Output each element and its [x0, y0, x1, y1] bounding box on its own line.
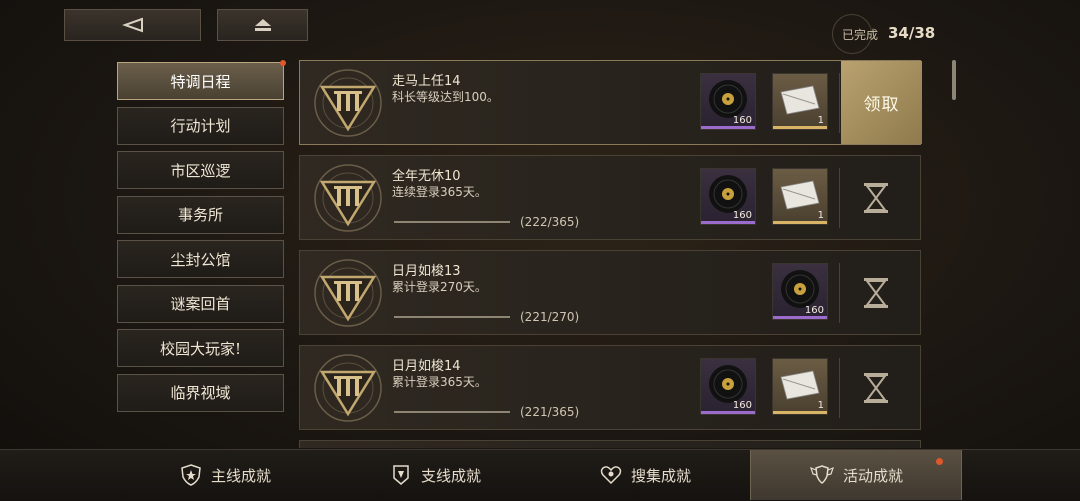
progress-count: (222/365) — [520, 215, 580, 229]
task-title: 日月如梭14 — [392, 359, 461, 374]
task-row: 日月如梭14 累计登录365天。 (221/365) 160 1 — [299, 345, 921, 430]
shield-icon — [181, 464, 201, 486]
progress-count: (221/270) — [520, 310, 580, 324]
divider — [839, 358, 840, 418]
claim-button[interactable]: 领取 — [841, 61, 922, 144]
rank-emblem-icon — [314, 69, 382, 137]
heart-crest-icon — [600, 466, 622, 485]
reward-quantity: 1 — [817, 400, 824, 411]
back-button[interactable] — [64, 9, 201, 41]
sidebar-item-label: 谜案回首 — [170, 295, 231, 313]
sidebar-item-label: 校园大玩家! — [159, 339, 242, 358]
rank-emblem-icon — [314, 259, 382, 327]
rank-emblem-icon — [314, 164, 382, 232]
completion-counter: 已完成 34/38 — [830, 12, 940, 58]
reward-item[interactable]: 160 — [772, 263, 828, 320]
notification-dot — [280, 60, 286, 66]
tab-label: 活动成就 — [842, 466, 903, 485]
reward-quantity: 160 — [732, 115, 752, 126]
reward-quantity: 160 — [804, 305, 824, 316]
list-scrollbar[interactable] — [952, 60, 956, 100]
sidebar-item-mystery[interactable]: 谜案回首 — [117, 284, 284, 323]
sidebar-item-label: 事务所 — [177, 206, 223, 224]
sidebar-item-label: 市区巡逻 — [170, 161, 231, 180]
task-description: 累计登录270天。 — [392, 280, 487, 294]
reward-item[interactable]: 1 — [772, 168, 828, 225]
eject-home-icon — [254, 19, 271, 31]
divider — [839, 263, 840, 323]
tab-label: 支线成就 — [420, 466, 481, 485]
tab-main-achievements[interactable]: 主线成就 — [120, 450, 330, 500]
tab-collection-achievements[interactable]: 搜集成就 — [540, 450, 750, 500]
tab-label: 搜集成就 — [630, 466, 691, 485]
progress-bar — [394, 316, 510, 318]
sidebar-item-label: 特调日程 — [170, 72, 231, 91]
reward-item[interactable]: 1 — [772, 73, 828, 130]
reward-quantity: 160 — [732, 400, 752, 411]
reward-item[interactable]: 160 — [700, 73, 756, 130]
sidebar-item-label: 临界视域 — [170, 384, 231, 402]
sidebar-item-patrol[interactable]: 市区巡逻 — [117, 151, 284, 189]
home-button[interactable] — [217, 9, 308, 41]
sidebar-item-campus[interactable]: 校园大玩家! — [117, 329, 284, 367]
rank-emblem-icon — [314, 354, 382, 422]
progress-bar — [394, 411, 510, 413]
reward-quantity: 1 — [817, 115, 824, 126]
progress-count: (221/365) — [520, 405, 580, 419]
reward-item[interactable]: 1 — [772, 358, 828, 415]
task-row: 走马上任14 科长等级达到100。 160 1 领取 — [299, 60, 922, 145]
tab-label: 主线成就 — [210, 466, 271, 485]
sidebar-item-office[interactable]: 事务所 — [117, 195, 284, 234]
task-title: 全年无休10 — [392, 169, 461, 184]
task-title: 走马上任14 — [392, 74, 461, 89]
reward-quantity: 160 — [732, 210, 752, 221]
sidebar-item-mansion[interactable]: 尘封公馆 — [117, 240, 284, 278]
notification-dot — [936, 458, 943, 465]
task-title: 日月如梭13 — [392, 264, 461, 279]
tab-side-achievements[interactable]: 支线成就 — [330, 450, 540, 500]
winged-shield-icon — [810, 465, 834, 484]
sidebar-item-label: 尘封公馆 — [170, 250, 231, 269]
reward-item[interactable]: 160 — [700, 168, 756, 225]
claim-label: 领取 — [863, 95, 900, 115]
sidebar-item-label: 行动计划 — [170, 117, 231, 135]
task-description: 连续登录365天。 — [392, 185, 487, 199]
completion-value: 34/38 — [888, 24, 936, 42]
task-row — [299, 440, 921, 448]
sidebar-item-action-plan[interactable]: 行动计划 — [117, 106, 284, 145]
completion-label: 已完成 — [842, 28, 879, 42]
task-list[interactable]: 走马上任14 科长等级达到100。 160 1 领取 全年无休10 连续登录36… — [299, 60, 923, 448]
reward-quantity: 1 — [817, 210, 824, 221]
divider — [839, 73, 840, 133]
hourglass-icon — [864, 183, 888, 213]
hourglass-icon — [864, 373, 888, 403]
task-description: 累计登录365天。 — [392, 375, 487, 389]
sidebar-item-schedule[interactable]: 特调日程 — [117, 60, 286, 100]
category-sidebar: 特调日程 行动计划 市区巡逻 事务所 尘封公馆 谜案回首 校园大玩家! 临界视域 — [117, 60, 286, 418]
task-row: 全年无休10 连续登录365天。 (222/365) 160 1 — [299, 155, 921, 240]
hourglass-icon — [864, 278, 888, 308]
tab-event-achievements[interactable]: 活动成就 — [750, 450, 962, 500]
task-row: 日月如梭13 累计登录270天。 (221/270) 160 — [299, 250, 921, 335]
progress-bar — [394, 221, 510, 223]
reward-item[interactable]: 160 — [700, 358, 756, 415]
divider — [839, 168, 840, 228]
badge-icon — [393, 465, 409, 485]
task-description: 科长等级达到100。 — [392, 90, 499, 104]
back-arrow-icon — [121, 17, 143, 33]
sidebar-item-critical-view[interactable]: 临界视域 — [117, 373, 284, 412]
bottom-tab-bar: 主线成就 支线成就 搜集成就 活动成就 — [0, 449, 1080, 501]
